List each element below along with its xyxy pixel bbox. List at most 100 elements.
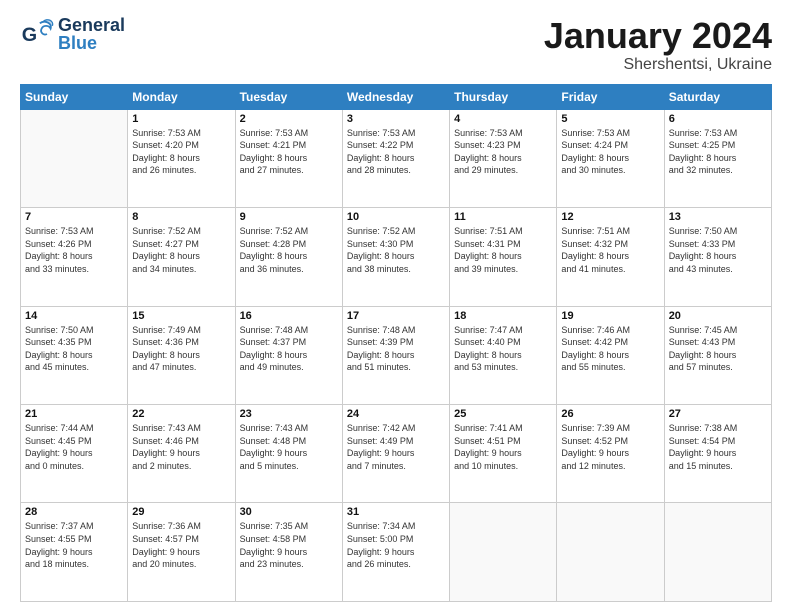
day-number: 4	[454, 113, 552, 125]
header: G General Blue January 2024 Shershentsi,…	[20, 16, 772, 74]
day-number: 23	[240, 408, 338, 420]
day-number: 12	[561, 211, 659, 223]
day-number: 1	[132, 113, 230, 125]
calendar-day: 1 Sunrise: 7:53 AM Sunset: 4:20 PM Daylig…	[128, 109, 235, 207]
calendar-day: 13Sunrise: 7:50 AM Sunset: 4:33 PM Dayli…	[664, 208, 771, 306]
day-info: Sunrise: 7:53 AM Sunset: 4:25 PM Dayligh…	[669, 127, 767, 177]
calendar-day: 9 Sunrise: 7:52 AM Sunset: 4:28 PM Daylig…	[235, 208, 342, 306]
day-info: Sunrise: 7:53 AM Sunset: 4:21 PM Dayligh…	[240, 127, 338, 177]
col-thursday: Thursday	[450, 84, 557, 109]
calendar-day: 21Sunrise: 7:44 AM Sunset: 4:45 PM Dayli…	[21, 405, 128, 503]
day-info: Sunrise: 7:51 AM Sunset: 4:32 PM Dayligh…	[561, 225, 659, 275]
calendar-day: 14 Sunrise: 7:50 AM Sunset: 4:35 PM Dayli…	[21, 306, 128, 404]
calendar-week-2: 7 Sunrise: 7:53 AM Sunset: 4:26 PM Daylig…	[21, 208, 772, 306]
day-info: Sunrise: 7:34 AM Sunset: 5:00 PM Dayligh…	[347, 520, 445, 570]
day-info: Sunrise: 7:46 AM Sunset: 4:42 PM Dayligh…	[561, 324, 659, 374]
day-number: 26	[561, 408, 659, 420]
day-number: 13	[669, 211, 767, 223]
day-number: 7	[25, 211, 123, 223]
day-info: Sunrise: 7:37 AM Sunset: 4:55 PM Dayligh…	[25, 520, 123, 570]
day-info: Sunrise: 7:42 AM Sunset: 4:49 PM Dayligh…	[347, 422, 445, 472]
day-info: Sunrise: 7:43 AM Sunset: 4:46 PM Dayligh…	[132, 422, 230, 472]
day-number: 3	[347, 113, 445, 125]
day-number: 21	[25, 408, 123, 420]
day-info: Sunrise: 7:36 AM Sunset: 4:57 PM Dayligh…	[132, 520, 230, 570]
location-subtitle: Shershentsi, Ukraine	[544, 56, 772, 74]
day-number: 15	[132, 310, 230, 322]
col-monday: Monday	[128, 84, 235, 109]
day-info: Sunrise: 7:49 AM Sunset: 4:36 PM Dayligh…	[132, 324, 230, 374]
calendar-day	[557, 503, 664, 602]
day-number: 17	[347, 310, 445, 322]
calendar-day	[664, 503, 771, 602]
day-info: Sunrise: 7:41 AM Sunset: 4:51 PM Dayligh…	[454, 422, 552, 472]
day-number: 30	[240, 506, 338, 518]
month-title: January 2024	[544, 16, 772, 56]
calendar-day: 18 Sunrise: 7:47 AM Sunset: 4:40 PM Dayli…	[450, 306, 557, 404]
calendar-day: 23 Sunrise: 7:43 AM Sunset: 4:48 PM Dayli…	[235, 405, 342, 503]
day-info: Sunrise: 7:48 AM Sunset: 4:39 PM Dayligh…	[347, 324, 445, 374]
calendar-day: 7 Sunrise: 7:53 AM Sunset: 4:26 PM Daylig…	[21, 208, 128, 306]
svg-text:G: G	[22, 24, 37, 46]
day-info: Sunrise: 7:45 AM Sunset: 4:43 PM Dayligh…	[669, 324, 767, 374]
day-number: 5	[561, 113, 659, 125]
col-saturday: Saturday	[664, 84, 771, 109]
day-number: 10	[347, 211, 445, 223]
calendar-day: 4Sunrise: 7:53 AM Sunset: 4:23 PM Daylig…	[450, 109, 557, 207]
calendar-week-5: 28 Sunrise: 7:37 AM Sunset: 4:55 PM Dayli…	[21, 503, 772, 602]
day-info: Sunrise: 7:53 AM Sunset: 4:26 PM Dayligh…	[25, 225, 123, 275]
day-number: 18	[454, 310, 552, 322]
calendar-week-4: 21Sunrise: 7:44 AM Sunset: 4:45 PM Dayli…	[21, 405, 772, 503]
day-info: Sunrise: 7:52 AM Sunset: 4:30 PM Dayligh…	[347, 225, 445, 275]
day-number: 24	[347, 408, 445, 420]
title-block: January 2024 Shershentsi, Ukraine	[544, 16, 772, 74]
day-number: 11	[454, 211, 552, 223]
col-sunday: Sunday	[21, 84, 128, 109]
calendar-day	[450, 503, 557, 602]
day-info: Sunrise: 7:38 AM Sunset: 4:54 PM Dayligh…	[669, 422, 767, 472]
calendar-day: 3 Sunrise: 7:53 AM Sunset: 4:22 PM Daylig…	[342, 109, 449, 207]
calendar-day: 27Sunrise: 7:38 AM Sunset: 4:54 PM Dayli…	[664, 405, 771, 503]
calendar-day: 28 Sunrise: 7:37 AM Sunset: 4:55 PM Dayli…	[21, 503, 128, 602]
day-info: Sunrise: 7:53 AM Sunset: 4:20 PM Dayligh…	[132, 127, 230, 177]
calendar-day: 25 Sunrise: 7:41 AM Sunset: 4:51 PM Dayli…	[450, 405, 557, 503]
calendar-day: 26Sunrise: 7:39 AM Sunset: 4:52 PM Dayli…	[557, 405, 664, 503]
calendar-day	[21, 109, 128, 207]
day-info: Sunrise: 7:35 AM Sunset: 4:58 PM Dayligh…	[240, 520, 338, 570]
calendar-day: 17 Sunrise: 7:48 AM Sunset: 4:39 PM Dayli…	[342, 306, 449, 404]
day-info: Sunrise: 7:48 AM Sunset: 4:37 PM Dayligh…	[240, 324, 338, 374]
col-friday: Friday	[557, 84, 664, 109]
day-info: Sunrise: 7:47 AM Sunset: 4:40 PM Dayligh…	[454, 324, 552, 374]
day-info: Sunrise: 7:53 AM Sunset: 4:22 PM Dayligh…	[347, 127, 445, 177]
logo: G General Blue	[20, 16, 125, 52]
day-info: Sunrise: 7:53 AM Sunset: 4:24 PM Dayligh…	[561, 127, 659, 177]
day-info: Sunrise: 7:43 AM Sunset: 4:48 PM Dayligh…	[240, 422, 338, 472]
calendar-day: 10 Sunrise: 7:52 AM Sunset: 4:30 PM Dayli…	[342, 208, 449, 306]
day-number: 19	[561, 310, 659, 322]
day-info: Sunrise: 7:52 AM Sunset: 4:27 PM Dayligh…	[132, 225, 230, 275]
calendar-day: 29Sunrise: 7:36 AM Sunset: 4:57 PM Dayli…	[128, 503, 235, 602]
day-number: 9	[240, 211, 338, 223]
day-info: Sunrise: 7:50 AM Sunset: 4:35 PM Dayligh…	[25, 324, 123, 374]
page: G General Blue January 2024 Shershentsi,…	[0, 0, 792, 612]
day-number: 28	[25, 506, 123, 518]
col-wednesday: Wednesday	[342, 84, 449, 109]
calendar-day: 30 Sunrise: 7:35 AM Sunset: 4:58 PM Dayli…	[235, 503, 342, 602]
day-number: 6	[669, 113, 767, 125]
calendar-day: 15 Sunrise: 7:49 AM Sunset: 4:36 PM Dayli…	[128, 306, 235, 404]
calendar-header-row: Sunday Monday Tuesday Wednesday Thursday…	[21, 84, 772, 109]
calendar-day: 19 Sunrise: 7:46 AM Sunset: 4:42 PM Dayli…	[557, 306, 664, 404]
day-number: 22	[132, 408, 230, 420]
calendar-day: 6 Sunrise: 7:53 AM Sunset: 4:25 PM Daylig…	[664, 109, 771, 207]
day-number: 25	[454, 408, 552, 420]
day-number: 31	[347, 506, 445, 518]
logo-icon: G	[20, 16, 56, 52]
day-info: Sunrise: 7:52 AM Sunset: 4:28 PM Dayligh…	[240, 225, 338, 275]
calendar-day: 20 Sunrise: 7:45 AM Sunset: 4:43 PM Dayli…	[664, 306, 771, 404]
day-number: 14	[25, 310, 123, 322]
calendar-day: 31 Sunrise: 7:34 AM Sunset: 5:00 PM Dayli…	[342, 503, 449, 602]
day-number: 20	[669, 310, 767, 322]
logo-general: General	[58, 16, 125, 34]
day-number: 8	[132, 211, 230, 223]
logo-text: General Blue	[58, 16, 125, 52]
